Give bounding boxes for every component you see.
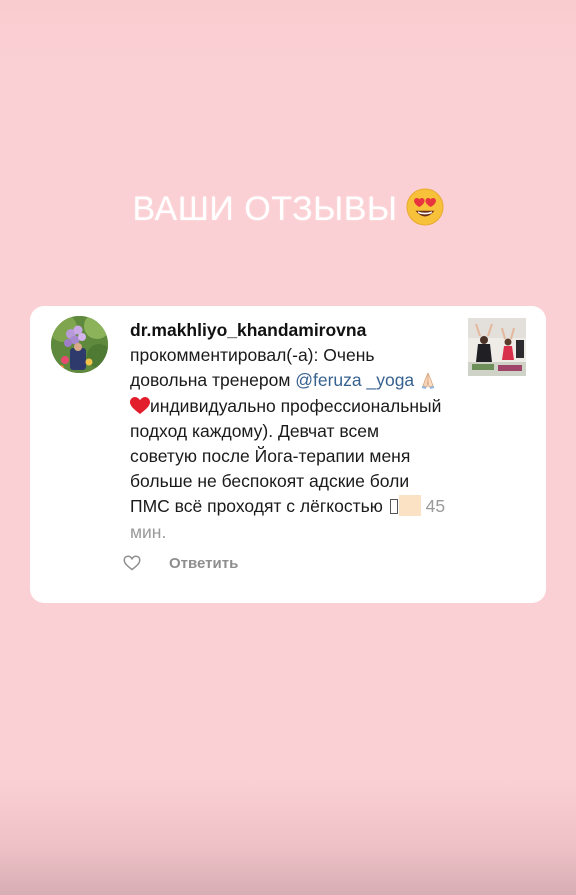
comment-card: dr.makhliyo_khandamirovna прокомментиров…: [30, 306, 546, 603]
heading-text: ВАШИ ОТЗЫВЫ: [132, 190, 398, 228]
thumbnail-image: [468, 318, 526, 376]
reply-button[interactable]: Ответить: [169, 555, 238, 572]
post-thumbnail[interactable]: [468, 318, 526, 376]
comment-body-after: индивидуально профессиональный подход ка…: [130, 395, 442, 517]
avatar-image: [51, 316, 108, 373]
missing-glyph-icon: [389, 499, 398, 515]
heart-eyes-face-icon: [405, 188, 444, 226]
folded-hands-icon: [421, 373, 435, 390]
story-heading: ВАШИ ОТЗЫВЫ: [0, 188, 576, 229]
skin-tone-swatch-icon: [398, 495, 421, 517]
comment-username[interactable]: dr.makhliyo_khandamirovna: [130, 320, 366, 340]
avatar[interactable]: [51, 316, 108, 373]
comment-text: dr.makhliyo_khandamirovna прокомментиров…: [130, 318, 450, 545]
comment-mention[interactable]: @feruza _yoga: [295, 370, 414, 390]
red-heart-icon: [130, 396, 150, 414]
comment-actions: Ответить: [123, 553, 238, 573]
heart-outline-icon[interactable]: [123, 554, 141, 572]
